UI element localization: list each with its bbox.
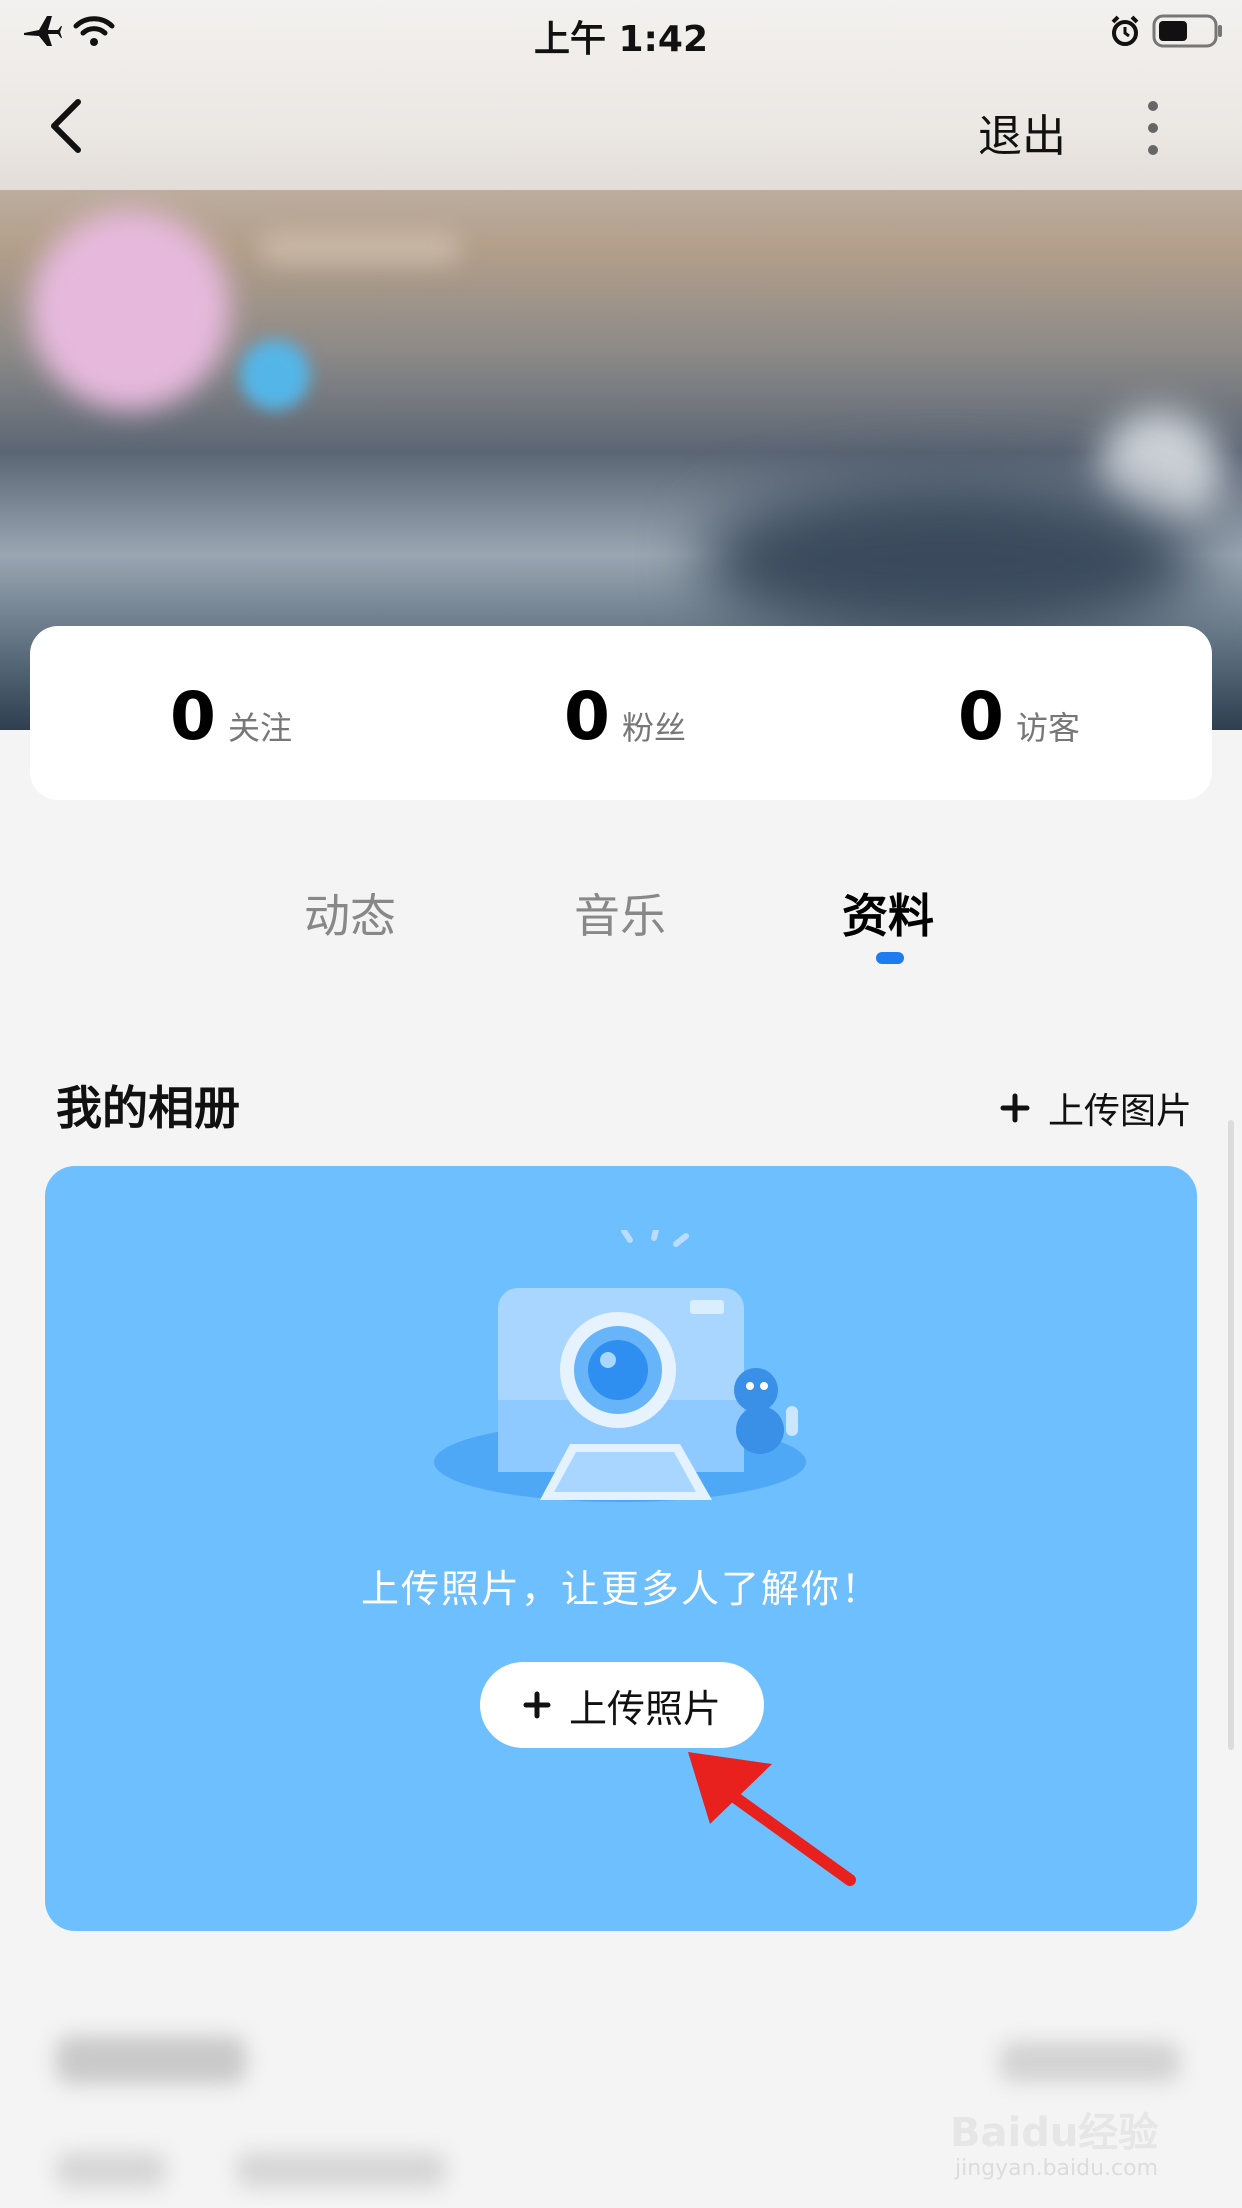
scrollbar[interactable]: [1228, 1120, 1234, 1750]
stat-value: 0: [170, 678, 216, 755]
tab-posts[interactable]: 动态: [304, 880, 396, 946]
watermark: Baidu经验: [950, 2110, 1159, 2156]
more-options-button[interactable]: [1138, 98, 1168, 158]
plus-icon: [1000, 1093, 1030, 1123]
stat-label: 关注: [227, 709, 292, 747]
avatar: [30, 210, 230, 410]
tab-profile[interactable]: 资料: [842, 880, 934, 946]
plus-icon: [523, 1691, 551, 1719]
stat-value: 0: [564, 678, 610, 755]
active-tab-indicator: [876, 952, 904, 964]
upload-photo-button[interactable]: 上传照片: [480, 1662, 764, 1748]
section-action-placeholder: [1000, 2042, 1180, 2082]
info-label-placeholder: [56, 2152, 166, 2188]
stat-label: 访客: [1015, 709, 1080, 747]
upload-image-link[interactable]: 上传图片: [1000, 1082, 1192, 1134]
watermark-url: jingyan.baidu.com: [955, 2156, 1159, 2181]
username: [260, 230, 460, 264]
info-value-placeholder: [236, 2152, 446, 2188]
camera-illustration-icon: [434, 1230, 806, 1502]
stat-label: 粉丝: [621, 709, 686, 747]
stat-following[interactable]: 0 关注: [170, 678, 292, 755]
battery-icon: [1152, 14, 1222, 48]
annotation-arrow-icon: [688, 1752, 856, 1886]
upload-photo-label: 上传照片: [568, 1686, 721, 1731]
album-section-title: 我的相册: [56, 1081, 240, 1135]
verified-badge-icon: [240, 340, 310, 410]
back-arrow-icon[interactable]: [46, 98, 86, 154]
status-time: 上午 1:42: [533, 19, 709, 60]
stat-value: 0: [958, 678, 1004, 755]
exit-button[interactable]: 退出: [978, 100, 1066, 164]
upload-image-label: 上传图片: [1048, 1091, 1193, 1132]
header-decoration: [700, 480, 1200, 640]
more-vertical-icon: [1148, 101, 1158, 155]
stat-followers[interactable]: 0 粉丝: [564, 678, 686, 755]
stats-card: 0 关注 0 粉丝 0 访客: [30, 626, 1212, 800]
tab-music[interactable]: 音乐: [574, 880, 666, 946]
section-title-placeholder: [56, 2036, 246, 2084]
stat-visitors[interactable]: 0 访客: [958, 678, 1080, 755]
alarm-icon: [1111, 15, 1139, 46]
album-empty-message: 上传照片，让更多人了解你！: [360, 1567, 881, 1611]
